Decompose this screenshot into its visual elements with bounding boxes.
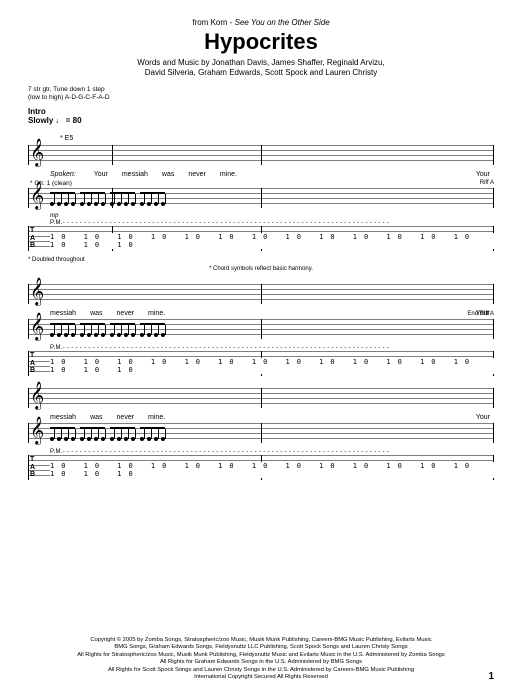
- tab-staff: T A B 10 10 10 10 10 10 10 10 10 10 10 1…: [28, 226, 494, 251]
- tuning-desc: 7 str gtr, Tune down 1 step: [28, 86, 494, 94]
- tuning-block: 7 str gtr, Tune down 1 step (low to high…: [28, 86, 494, 103]
- tuning-notes: (low to high) A-D-G-C-F-A-D: [28, 94, 494, 102]
- album-name: See You on the Other Side: [235, 18, 330, 27]
- song-title: Hypocrites: [28, 29, 494, 55]
- lyric-row-3: messiah was never mine. Your: [50, 414, 494, 421]
- spoken-label: Spoken:: [50, 171, 76, 178]
- notes: [50, 425, 490, 441]
- notes: [50, 321, 490, 337]
- tab-numbers: 10 10 10 10 10 10 10 10 10 10 10 10 10 1…: [50, 358, 494, 374]
- footnote-1: * Doubled throughout: [28, 257, 494, 263]
- tab-numbers: 10 10 10 10 10 10 10 10 10 10 10 10 10 1…: [50, 233, 494, 249]
- treble-clef-icon: 𝄞: [30, 141, 44, 165]
- riff-label: Riff A: [480, 180, 494, 186]
- tab-staff: T A B 10 10 10 10 10 10 10 10 10 10 10 1…: [28, 455, 494, 480]
- credits-line-2: David Silveria, Graham Edwards, Scott Sp…: [28, 68, 494, 78]
- page-number: 1: [488, 671, 494, 682]
- artist-name: Korn: [211, 18, 228, 27]
- guitar-staff: 𝄞: [28, 423, 494, 443]
- dynamic-marking: mp: [50, 211, 494, 219]
- notes: [50, 190, 490, 206]
- system-3: 𝄞 messiah was never mine. Your 𝄞 P.M.- -…: [28, 388, 494, 480]
- guitar-staff: Riff A 𝄞: [28, 188, 494, 208]
- system-2: 𝄞 messiah was never mine. Your End Riff …: [28, 284, 494, 376]
- treble-clef-icon: 𝄞: [30, 280, 44, 304]
- tab-clef: T A B: [30, 227, 35, 250]
- guitar-staff: End Riff A 𝄞: [28, 319, 494, 339]
- treble-clef-icon: 𝄞: [30, 315, 44, 339]
- tab-clef: T A B: [30, 352, 35, 375]
- treble-clef-icon: 𝄞: [30, 184, 44, 208]
- treble-clef-icon: 𝄞: [30, 384, 44, 408]
- chord-symbol: * E5: [60, 135, 73, 142]
- tab-clef: T A B: [30, 456, 35, 479]
- section-label: Intro Slowly ♩ = 80: [28, 107, 494, 125]
- from-prefix: from: [192, 18, 208, 27]
- tab-staff: T A B 10 10 10 10 10 10 10 10 10 10 10 1…: [28, 351, 494, 376]
- vocal-staff: 𝄞: [28, 284, 494, 304]
- credits: Words and Music by Jonathan Davis, James…: [28, 58, 494, 78]
- treble-clef-icon: 𝄞: [30, 419, 44, 443]
- system-1: 𝄞 Spoken: Your messiah was never mine. Y…: [28, 145, 494, 272]
- lyric-row-2: messiah was never mine. Your: [50, 310, 494, 317]
- vocal-staff: 𝄞: [28, 388, 494, 408]
- guitar-label: * Gtr. 1 (clean): [30, 180, 494, 187]
- source-line: from Korn - See You on the Other Side: [28, 18, 494, 27]
- riff-end-label: End Riff A: [467, 311, 494, 317]
- tab-numbers: 10 10 10 10 10 10 10 10 10 10 10 10 10 1…: [50, 462, 494, 478]
- footnote-2: * Chord symbols reflect basic harmony.: [28, 266, 494, 272]
- tempo-marking: Slowly ♩ = 80: [28, 116, 82, 125]
- lyric-row-1: Spoken: Your messiah was never mine. You…: [50, 171, 494, 178]
- vocal-staff: 𝄞: [28, 145, 494, 165]
- credits-line-1: Words and Music by Jonathan Davis, James…: [28, 58, 494, 68]
- sheet-music-page: from Korn - See You on the Other Side Hy…: [0, 0, 522, 506]
- copyright-block: Copyright © 2005 by Zomba Songs, Stratos…: [28, 637, 494, 682]
